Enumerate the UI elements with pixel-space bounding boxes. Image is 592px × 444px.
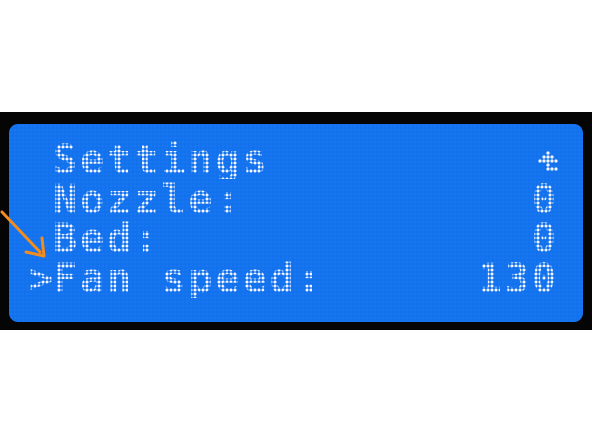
menu-item-nozzle[interactable]: Nozzle: 0 bbox=[9, 177, 583, 223]
menu-item-value: 0 bbox=[531, 216, 559, 262]
menu-item-label: Nozzle: bbox=[53, 177, 243, 223]
menu-title: Settings bbox=[53, 137, 270, 183]
up-arrow-icon[interactable] bbox=[537, 149, 559, 171]
menu-item-fan-speed[interactable]: > Fan speed: 130 bbox=[9, 256, 583, 302]
menu-item-label: Fan speed: bbox=[53, 256, 324, 302]
menu-item-value: 0 bbox=[531, 177, 559, 223]
menu-item-bed[interactable]: Bed: 0 bbox=[9, 216, 583, 262]
menu-header: Settings bbox=[9, 137, 583, 183]
menu-item-label: Bed: bbox=[53, 216, 162, 262]
lcd-screen: Settings Nozzle: 0 Bed: 0 > Fan speed: 1… bbox=[9, 124, 583, 322]
menu-item-value: 130 bbox=[477, 256, 559, 302]
arrow-pointer-icon bbox=[0, 210, 46, 258]
